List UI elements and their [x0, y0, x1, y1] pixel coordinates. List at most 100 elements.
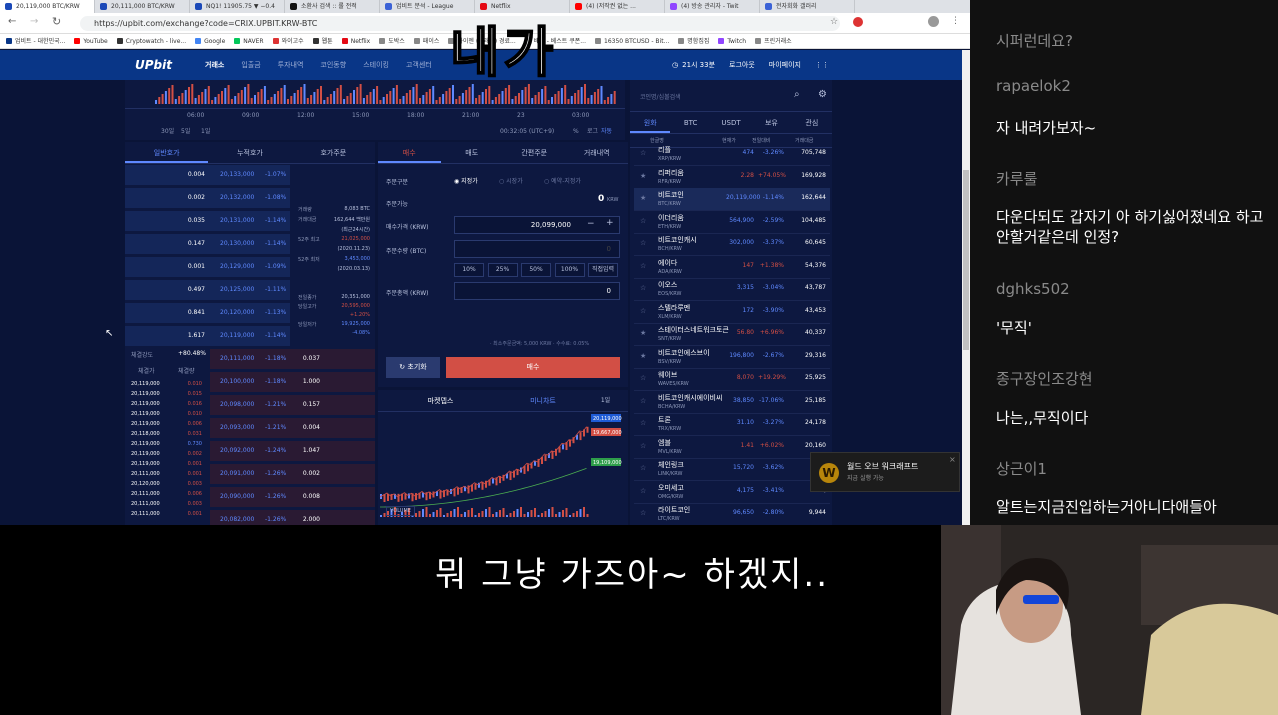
- extension-icon[interactable]: [853, 17, 863, 27]
- orderbook-row[interactable]: 0.147 20,130,000 -1.14%: [125, 234, 290, 254]
- star-icon[interactable]: ☆: [640, 374, 646, 382]
- scroll-thumb[interactable]: [963, 170, 969, 350]
- star-icon[interactable]: ☆: [640, 442, 646, 450]
- bookmark-item[interactable]: 업비트 - 대한민국...: [6, 34, 65, 48]
- nav-item[interactable]: 투자내역: [278, 60, 304, 70]
- chart-range-button[interactable]: 5일: [181, 127, 190, 135]
- coin-row[interactable]: ☆ 에이다 ADA/KRW 147 +1.38% 54,376: [634, 256, 830, 279]
- star-icon[interactable]: ★: [640, 352, 646, 360]
- pct-button[interactable]: 50%: [521, 263, 551, 277]
- bookmark-item[interactable]: 명함집집: [678, 34, 709, 48]
- order-tab[interactable]: 거래내역: [566, 142, 629, 163]
- notification-toast[interactable]: W 월드 오브 워크래프트 지금 실행 가능 ×: [810, 452, 960, 492]
- bookmark-item[interactable]: 와이고수: [272, 34, 304, 48]
- order-type-radio[interactable]: ○ 시장가: [499, 176, 523, 185]
- browser-tab[interactable]: NQ1! 11905.75 ▼ −0.4: [190, 0, 285, 13]
- qty-input[interactable]: 0: [454, 240, 620, 258]
- star-icon[interactable]: ☆: [640, 464, 646, 472]
- reset-button[interactable]: ↻ 초기화: [386, 357, 440, 378]
- menu-icon[interactable]: ⋮: [951, 16, 960, 26]
- bookmark-item[interactable]: 프린거래소: [755, 34, 792, 48]
- coin-row[interactable]: ★ 리퍼리움 RFR/KRW 2.28 +74.05% 169,928: [634, 166, 830, 189]
- reload-icon[interactable]: ↻: [52, 15, 61, 28]
- order-tab[interactable]: 간편주문: [503, 142, 566, 163]
- pct-button[interactable]: 25%: [487, 263, 518, 277]
- star-icon[interactable]: ☆: [640, 487, 646, 495]
- range-select[interactable]: 1일: [583, 390, 628, 411]
- nav-item[interactable]: 입출금: [241, 60, 260, 70]
- bookmark-item[interactable]: Cryptowatch - live...: [116, 34, 186, 48]
- orderbook-row[interactable]: 0.008 20,090,000 -1.26%: [210, 487, 375, 507]
- bookmark-item[interactable]: 16350 BTCUSD - Bit...: [595, 34, 669, 48]
- coin-row[interactable]: ☆체인링크LINK/KRW15,720-3.62%17,2: [634, 458, 830, 481]
- forward-icon[interactable]: →: [30, 16, 38, 27]
- nav-item[interactable]: 거래소: [205, 60, 224, 70]
- orderbook-row[interactable]: 0.002 20,091,000 -1.26%: [210, 464, 375, 484]
- order-type-radio[interactable]: ◉ 지정가: [454, 176, 478, 185]
- orderbook-row[interactable]: 0.035 20,131,000 -1.14%: [125, 211, 290, 231]
- star-icon[interactable]: ☆: [640, 239, 646, 247]
- browser-tab[interactable]: 전자회화 갤러리: [760, 0, 855, 13]
- back-icon[interactable]: ←: [8, 16, 16, 27]
- chart-range-button[interactable]: 1일: [201, 127, 210, 135]
- orderbook-row[interactable]: 0.157 20,098,000 -1.21%: [210, 395, 375, 415]
- browser-tab[interactable]: (4) (저작권 없는 ...: [570, 0, 665, 13]
- star-icon[interactable]: ★: [640, 194, 646, 202]
- page-scrollbar[interactable]: [962, 50, 970, 525]
- total-input[interactable]: 0: [454, 282, 620, 300]
- coin-row[interactable]: ★ 비트코인 BTC/KRW 20,119,000 -1.14% 162,644: [634, 188, 830, 211]
- orderbook-row[interactable]: 0.841 20,120,000 -1.13%: [125, 303, 290, 323]
- tab-mini-chart[interactable]: 미니차트: [503, 390, 583, 411]
- tab-market-depth[interactable]: 마켓뎁스: [378, 390, 503, 411]
- coin-row[interactable]: ☆ 스텔라루멘 XLM/KRW 172 -3.90% 43,453: [634, 301, 830, 324]
- orderbook-row[interactable]: 1.000 20,100,000 -1.18%: [210, 372, 375, 392]
- coin-row[interactable]: ☆ 비트코인캐시 BCH/KRW 302,000 -3.37% 60,645: [634, 233, 830, 256]
- star-icon[interactable]: ☆: [640, 419, 646, 427]
- chart-option-button[interactable]: 자동: [601, 127, 613, 135]
- star-icon[interactable]: ☆: [830, 17, 838, 27]
- orderbook-row[interactable]: 0.037 20,111,000 -1.18%: [210, 349, 375, 369]
- chart-option-button[interactable]: 로그: [587, 128, 599, 135]
- coin-row[interactable]: ☆ 웨이브 WAVES/KRW 8,070 +19.29% 25,925: [634, 368, 830, 391]
- close-icon[interactable]: ×: [949, 455, 956, 464]
- coin-tab[interactable]: USDT: [711, 112, 751, 133]
- coin-row[interactable]: ☆오미세고OMG/KRW4,175-3.41%10,: [634, 481, 830, 504]
- star-icon[interactable]: ★: [640, 329, 646, 337]
- grid-menu-icon[interactable]: ⋮⋮: [815, 50, 829, 80]
- plus-icon[interactable]: +: [606, 218, 614, 228]
- coin-row[interactable]: ★ 비트코인에스브이 BSV/KRW 196,800 -2.67% 29,316: [634, 346, 830, 369]
- star-icon[interactable]: ☆: [640, 284, 646, 292]
- logout-link[interactable]: 로그아웃: [729, 50, 755, 80]
- nav-item[interactable]: 고객센터: [406, 60, 432, 70]
- bookmark-item[interactable]: Netflix: [341, 34, 370, 48]
- mypage-link[interactable]: 마이페이지: [769, 50, 801, 80]
- bookmark-item[interactable]: 패이스: [413, 34, 439, 48]
- order-tab[interactable]: 매수: [378, 142, 441, 163]
- orderbook-row[interactable]: 2.000 20,082,000 -1.26%: [210, 510, 375, 525]
- bookmark-item[interactable]: NAVER: [234, 34, 264, 48]
- bookmark-item[interactable]: Google: [195, 34, 225, 48]
- coin-row[interactable]: ☆ 라이트코인 LTC/KRW 96,650 -2.80% 9,944: [634, 503, 830, 525]
- coin-tab[interactable]: 관심: [792, 112, 832, 133]
- order-type-radio[interactable]: ○ 예약-지정가: [544, 176, 581, 185]
- orderbook-row[interactable]: 0.001 20,129,000 -1.09%: [125, 257, 290, 277]
- browser-tab[interactable]: 20,119,000 BTC/KRW: [0, 0, 95, 13]
- orderbook-row[interactable]: 0.004 20,093,000 -1.21%: [210, 418, 375, 438]
- nav-item[interactable]: 스테이킹: [363, 60, 389, 70]
- pct-button[interactable]: 직접입력: [588, 263, 618, 277]
- orderbook-tab[interactable]: 호가주문: [292, 142, 375, 163]
- orderbook-tab[interactable]: 누적호가: [208, 142, 291, 163]
- pct-button[interactable]: 10%: [454, 263, 484, 277]
- minus-icon[interactable]: −: [587, 219, 595, 229]
- star-icon[interactable]: ☆: [640, 262, 646, 270]
- pct-button[interactable]: 100%: [554, 263, 585, 277]
- profile-avatar[interactable]: [928, 16, 939, 27]
- upbit-logo[interactable]: UPbit: [135, 58, 205, 72]
- star-icon[interactable]: ☆: [640, 509, 646, 517]
- bookmark-item[interactable]: Twitch: [718, 34, 746, 48]
- price-input[interactable]: 20,099,000: [454, 216, 620, 234]
- chart-range-button[interactable]: 30일: [161, 127, 174, 135]
- orderbook-tab[interactable]: 일반호가: [125, 142, 209, 163]
- orderbook-row[interactable]: 0.497 20,125,000 -1.11%: [125, 280, 290, 300]
- coin-tab[interactable]: 보유: [751, 112, 791, 133]
